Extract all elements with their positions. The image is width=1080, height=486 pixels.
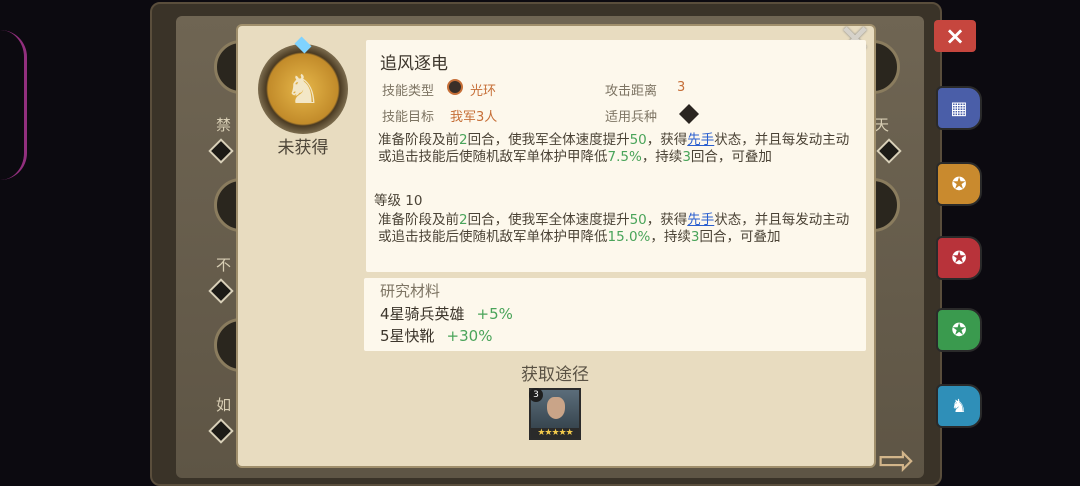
bg-skill-label: 天	[874, 116, 890, 134]
tab-category-red[interactable]: ✪	[936, 236, 982, 280]
bg-skill-label: 如	[216, 396, 232, 414]
range-label: 攻击距离	[605, 84, 658, 99]
first-strike-link[interactable]: 先手	[687, 212, 714, 228]
material-item: 5星快靴 +30%	[380, 327, 493, 345]
materials-title: 研究材料	[380, 282, 441, 300]
skill-description-max: 准备阶段及前2回合，使我军全体速度提升50，获得先手状态，并且每发动主动或追击技…	[378, 212, 850, 245]
bg-skill-label: 禁	[216, 116, 232, 134]
tab-category-gold[interactable]: ✪	[936, 162, 982, 206]
next-page-arrow-icon[interactable]: ⇨	[878, 439, 924, 483]
horse-head-icon: ♞	[285, 67, 321, 113]
skill-target-value: 我军3人	[450, 110, 498, 125]
hero-badge: 3	[529, 388, 543, 402]
skill-type-label: 技能类型	[382, 84, 435, 99]
close-book-button[interactable]: ×	[934, 20, 976, 52]
skill-status: 未获得	[277, 138, 329, 158]
skill-name: 追风逐电	[380, 54, 448, 74]
grid-icon: ▦	[950, 97, 968, 119]
emblem-icon: ✪	[951, 247, 967, 269]
bg-skill-label: 不	[216, 256, 232, 274]
range-value: 3	[677, 80, 686, 95]
hero-face	[547, 397, 565, 419]
skill-description-current: 准备阶段及前2回合，使我军全体速度提升50，获得先手状态，并且每发动主动或追击技…	[378, 132, 850, 165]
tab-category-green[interactable]: ✪	[936, 308, 982, 352]
edge-glow	[0, 30, 27, 180]
tab-category-cavalry[interactable]: ♞	[936, 384, 982, 428]
material-item: 4星骑兵英雄 +5%	[380, 305, 513, 323]
tab-grid[interactable]: ▦	[936, 86, 982, 130]
unit-type-label: 适用兵种	[605, 110, 658, 125]
aura-icon	[447, 79, 463, 95]
skill-target-label: 技能目标	[382, 110, 435, 125]
skill-level: 等级 10	[374, 193, 423, 209]
emblem-icon: ✪	[951, 173, 967, 195]
acquire-title: 获取途径	[521, 365, 589, 385]
skill-type-value: 光环	[470, 84, 497, 99]
hero-stars: ★★★★★	[531, 428, 579, 438]
first-strike-link[interactable]: 先手	[687, 132, 714, 148]
close-icon: ×	[944, 22, 966, 50]
horse-icon: ♞	[950, 395, 968, 417]
emblem-icon: ✪	[951, 319, 967, 341]
